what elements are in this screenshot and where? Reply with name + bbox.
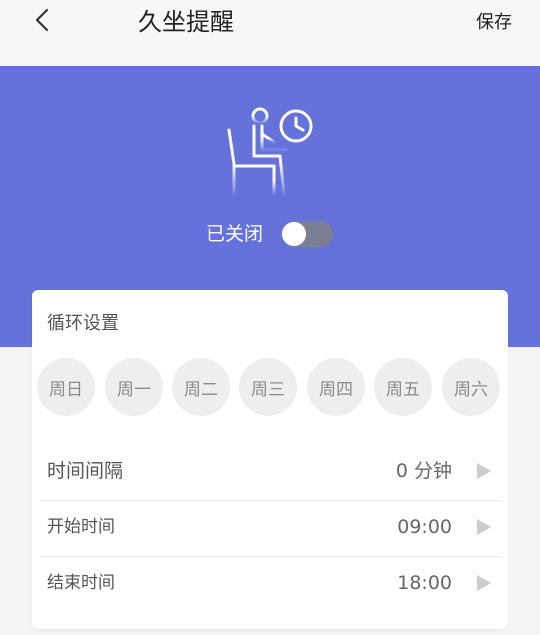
interval-value: 0 分钟 [395,460,452,482]
top-bar: 久坐提醒 保存 [0,0,540,66]
start-time-row[interactable]: 开始时间 09:00 [40,500,500,557]
play-arrow-icon [476,462,492,480]
start-time-label: 开始时间 [47,517,115,537]
end-time-label: 结束时间 [47,573,115,593]
seated-person-clock-icon [222,106,318,198]
settings-card: 循环设置 周日 周一 周二 周三 周四 周五 周六 时间间隔 0 分钟 开始时间… [32,290,508,629]
end-time-value: 18:00 [397,572,452,594]
play-arrow-icon [476,518,492,536]
day-tuesday[interactable]: 周二 [172,358,230,416]
day-sunday[interactable]: 周日 [37,358,95,416]
chevron-left-icon [32,6,52,38]
reminder-status-row: 已关闭 [0,218,540,250]
reminder-toggle[interactable] [281,221,333,247]
day-friday[interactable]: 周五 [374,358,432,416]
day-wednesday[interactable]: 周三 [239,358,297,416]
day-monday[interactable]: 周一 [105,358,163,416]
interval-label: 时间间隔 [47,460,124,482]
page-title: 久坐提醒 [138,8,234,36]
repeat-section-title: 循环设置 [47,313,119,334]
day-thursday[interactable]: 周四 [307,358,365,416]
end-time-row[interactable]: 结束时间 18:00 [40,556,500,612]
back-button[interactable] [24,4,60,40]
day-saturday[interactable]: 周六 [442,358,500,416]
interval-row[interactable]: 时间间隔 0 分钟 [40,444,500,501]
save-button[interactable]: 保存 [476,10,512,36]
status-label: 已关闭 [206,223,264,245]
play-arrow-icon [476,574,492,592]
start-time-value: 09:00 [397,516,452,538]
toggle-knob [282,222,306,246]
weekday-selector: 周日 周一 周二 周三 周四 周五 周六 [37,358,503,418]
